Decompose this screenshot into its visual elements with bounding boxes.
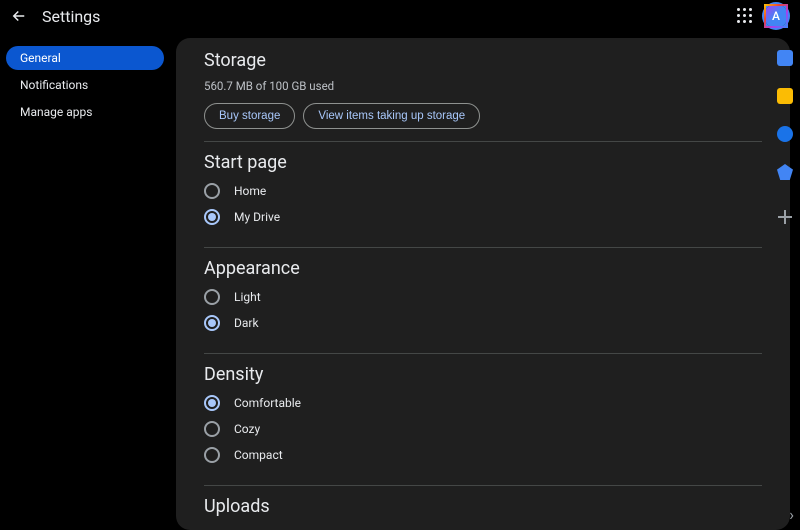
density-option-cozy[interactable]: Cozy <box>204 421 762 437</box>
section-storage: Storage 560.7 MB of 100 GB used Buy stor… <box>204 50 762 142</box>
storage-heading: Storage <box>204 50 762 71</box>
appearance-option-dark[interactable]: Dark <box>204 315 762 331</box>
view-storage-items-button[interactable]: View items taking up storage <box>303 103 480 129</box>
tasks-icon[interactable] <box>777 126 793 142</box>
radio-icon <box>204 315 220 331</box>
sidebar-item-manage-apps[interactable]: Manage apps <box>6 100 164 124</box>
buy-storage-button[interactable]: Buy storage <box>204 103 295 129</box>
topbar-left: Settings <box>10 7 100 26</box>
storage-usage: 560.7 MB of 100 GB used <box>204 79 762 93</box>
expand-side-panel-icon[interactable]: › <box>789 505 794 524</box>
avatar[interactable]: A <box>764 4 788 28</box>
keep-icon[interactable] <box>777 88 793 104</box>
radio-label: My Drive <box>234 210 280 224</box>
radio-label: Comfortable <box>234 396 301 410</box>
apps-grid-icon[interactable] <box>736 7 754 25</box>
radio-label: Home <box>234 184 266 198</box>
side-panel <box>770 38 800 224</box>
density-option-comfortable[interactable]: Comfortable <box>204 395 762 411</box>
contacts-icon[interactable] <box>777 164 793 180</box>
topbar: Settings A <box>0 0 800 32</box>
radio-label: Light <box>234 290 261 304</box>
section-density: Density Comfortable Cozy Compact <box>204 364 762 486</box>
appearance-heading: Appearance <box>204 258 762 279</box>
radio-icon <box>204 395 220 411</box>
radio-icon <box>204 183 220 199</box>
section-start-page: Start page Home My Drive <box>204 152 762 248</box>
calendar-icon[interactable] <box>777 50 793 66</box>
density-heading: Density <box>204 364 762 385</box>
add-addons-icon[interactable] <box>778 210 792 224</box>
page-title: Settings <box>42 7 100 26</box>
topbar-right: A <box>736 4 788 28</box>
content: Storage 560.7 MB of 100 GB used Buy stor… <box>176 38 790 530</box>
section-uploads: Uploads <box>204 496 762 530</box>
sidebar: General Notifications Manage apps <box>0 32 170 530</box>
appearance-option-light[interactable]: Light <box>204 289 762 305</box>
uploads-heading: Uploads <box>204 496 762 517</box>
radio-label: Cozy <box>234 422 260 436</box>
radio-icon <box>204 289 220 305</box>
sidebar-item-general[interactable]: General <box>6 46 164 70</box>
content-wrap: Storage 560.7 MB of 100 GB used Buy stor… <box>170 32 800 530</box>
density-option-compact[interactable]: Compact <box>204 447 762 463</box>
radio-icon <box>204 421 220 437</box>
back-icon[interactable] <box>10 7 28 25</box>
start-page-option-home[interactable]: Home <box>204 183 762 199</box>
section-appearance: Appearance Light Dark <box>204 258 762 354</box>
storage-buttons: Buy storage View items taking up storage <box>204 103 762 129</box>
radio-label: Dark <box>234 316 259 330</box>
radio-icon <box>204 447 220 463</box>
layout: General Notifications Manage apps Storag… <box>0 32 800 530</box>
radio-label: Compact <box>234 448 283 462</box>
start-page-option-my-drive[interactable]: My Drive <box>204 209 762 225</box>
sidebar-item-notifications[interactable]: Notifications <box>6 73 164 97</box>
radio-icon <box>204 209 220 225</box>
start-page-heading: Start page <box>204 152 762 173</box>
